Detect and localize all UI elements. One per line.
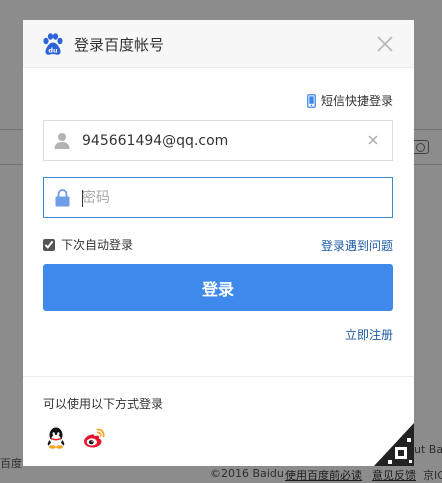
other-login-methods-label: 可以使用以下方式登录 xyxy=(43,397,164,411)
dialog-header: du 登录百度帐号 xyxy=(23,20,414,68)
sms-login-label: 短信快捷登录 xyxy=(320,94,393,108)
clear-icon[interactable] xyxy=(366,133,380,147)
qq-icon[interactable] xyxy=(44,426,68,450)
user-icon xyxy=(54,133,70,149)
text-caret xyxy=(82,190,83,207)
weibo-icon[interactable] xyxy=(82,426,106,450)
dialog-title: 登录百度帐号 xyxy=(74,36,165,54)
lock-icon-box xyxy=(44,178,80,217)
baidu-paw-logo-icon: du xyxy=(43,33,63,55)
remember-me[interactable]: 下次自动登录 xyxy=(43,236,133,253)
register-link[interactable]: 立即注册 xyxy=(345,326,393,343)
password-field xyxy=(43,177,393,218)
lock-icon xyxy=(55,188,69,206)
login-problem-link[interactable]: 登录遇到问题 xyxy=(321,237,393,254)
qr-corner-icon[interactable] xyxy=(374,423,414,466)
user-icon-box xyxy=(44,121,80,160)
close-icon[interactable] xyxy=(374,33,396,55)
remember-label: 下次自动登录 xyxy=(61,238,134,252)
divider xyxy=(23,376,414,377)
phone-icon xyxy=(307,93,316,108)
username-input[interactable] xyxy=(82,121,362,160)
password-input[interactable] xyxy=(82,178,362,217)
username-field xyxy=(43,120,393,161)
remember-checkbox[interactable] xyxy=(43,238,55,251)
svg-text:du: du xyxy=(48,47,58,55)
sms-login-link[interactable]: 短信快捷登录 xyxy=(307,92,393,109)
login-button[interactable]: 登录 xyxy=(43,264,393,311)
login-dialog: du 登录百度帐号 短信快捷登录 945661494@qq.com 下次自动登录… xyxy=(23,20,414,466)
